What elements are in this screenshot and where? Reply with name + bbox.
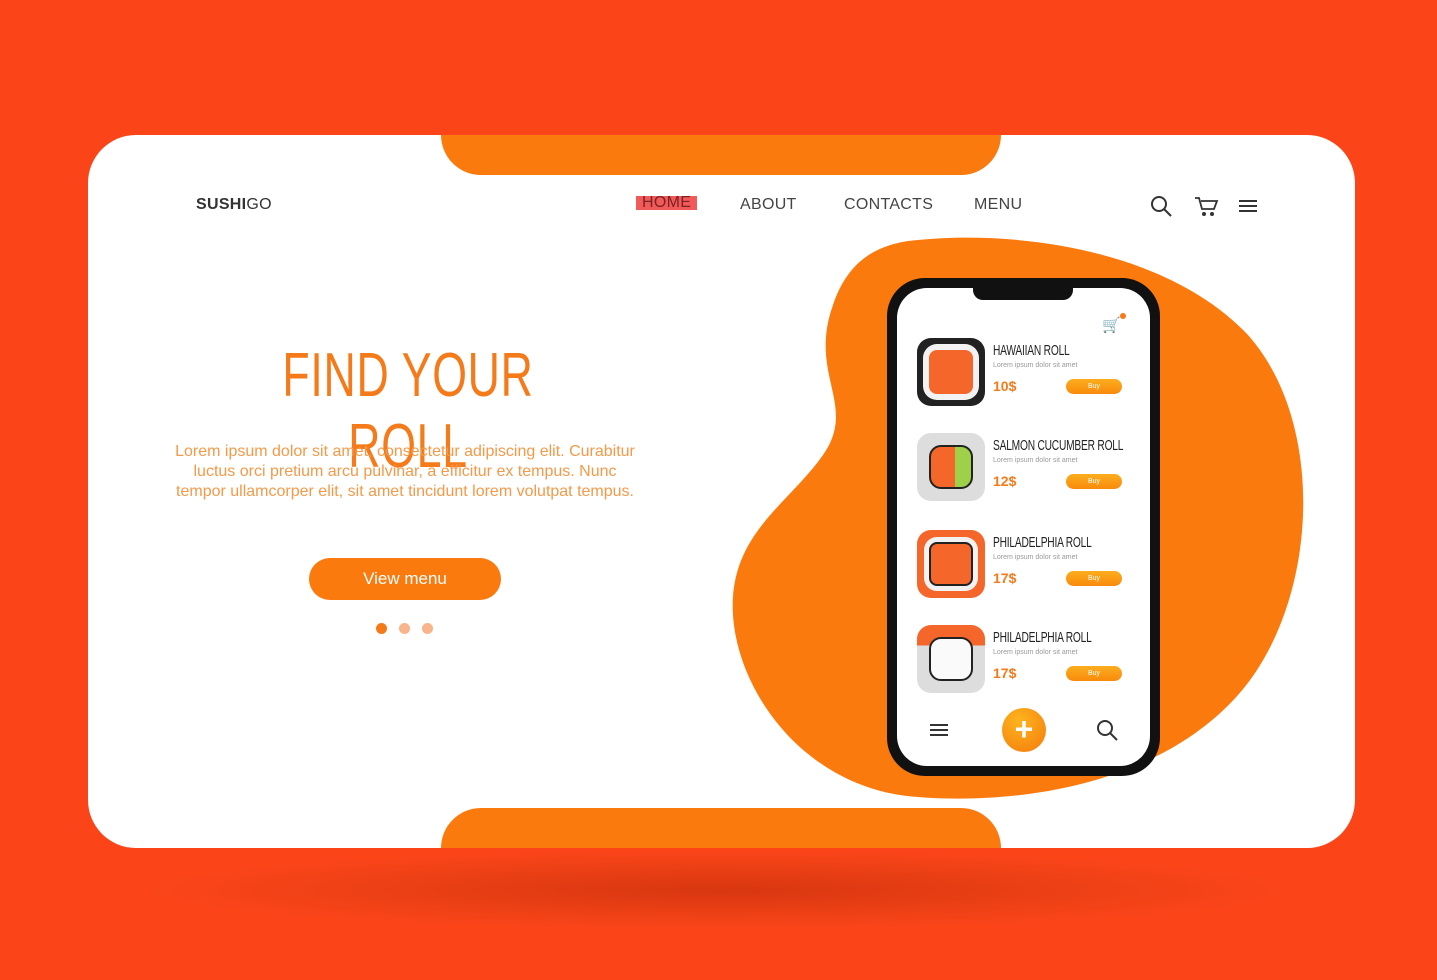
phone-screen: 🛒 HAWAIIAN ROLL Lorem ipsum dolor sit am…	[897, 288, 1150, 766]
item-desc: Lorem ipsum dolor sit amet	[993, 649, 1078, 656]
phone-mockup: 🛒 HAWAIIAN ROLL Lorem ipsum dolor sit am…	[887, 278, 1160, 776]
landing-card: SUSHIGO HOME ABOUT CONTACTS MENU FIND YO…	[88, 135, 1355, 848]
item-name: HAWAIIAN ROLL	[993, 342, 1070, 359]
buy-button[interactable]: Buy	[1066, 571, 1122, 586]
salmon-cucumber-roll-image	[917, 433, 985, 501]
item-price: 12$	[993, 473, 1017, 489]
item-desc: Lorem ipsum dolor sit amet	[993, 554, 1078, 561]
card-shadow	[140, 850, 1300, 930]
phone-cart-icon[interactable]: 🛒	[1102, 316, 1121, 334]
phone-notch	[973, 286, 1073, 300]
orange-blob	[732, 237, 1304, 799]
philadelphia-roll-image	[917, 530, 985, 598]
item-name: PHILADELPHIA ROLL	[993, 534, 1092, 551]
item-desc: Lorem ipsum dolor sit amet	[993, 362, 1078, 369]
item-price: 10$	[993, 378, 1017, 394]
buy-button[interactable]: Buy	[1066, 666, 1122, 681]
add-button[interactable]: +	[1002, 708, 1046, 752]
phone-menu-icon[interactable]	[930, 724, 948, 738]
list-item: HAWAIIAN ROLL Lorem ipsum dolor sit amet…	[917, 338, 1137, 410]
list-item: SALMON CUCUMBER ROLL Lorem ipsum dolor s…	[917, 433, 1137, 505]
item-desc: Lorem ipsum dolor sit amet	[993, 457, 1078, 464]
buy-button[interactable]: Buy	[1066, 379, 1122, 394]
item-name: SALMON CUCUMBER ROLL	[993, 437, 1124, 454]
item-name: PHILADELPHIA ROLL	[993, 629, 1092, 646]
philadelphia-roll-image	[917, 625, 985, 693]
list-item: PHILADELPHIA ROLL Lorem ipsum dolor sit …	[917, 625, 1137, 697]
item-price: 17$	[993, 570, 1017, 586]
hawaiian-roll-image	[917, 338, 985, 406]
buy-button[interactable]: Buy	[1066, 474, 1122, 489]
cart-badge	[1120, 313, 1126, 319]
item-price: 17$	[993, 665, 1017, 681]
phone-search-icon[interactable]	[1096, 719, 1120, 743]
list-item: PHILADELPHIA ROLL Lorem ipsum dolor sit …	[917, 530, 1137, 602]
